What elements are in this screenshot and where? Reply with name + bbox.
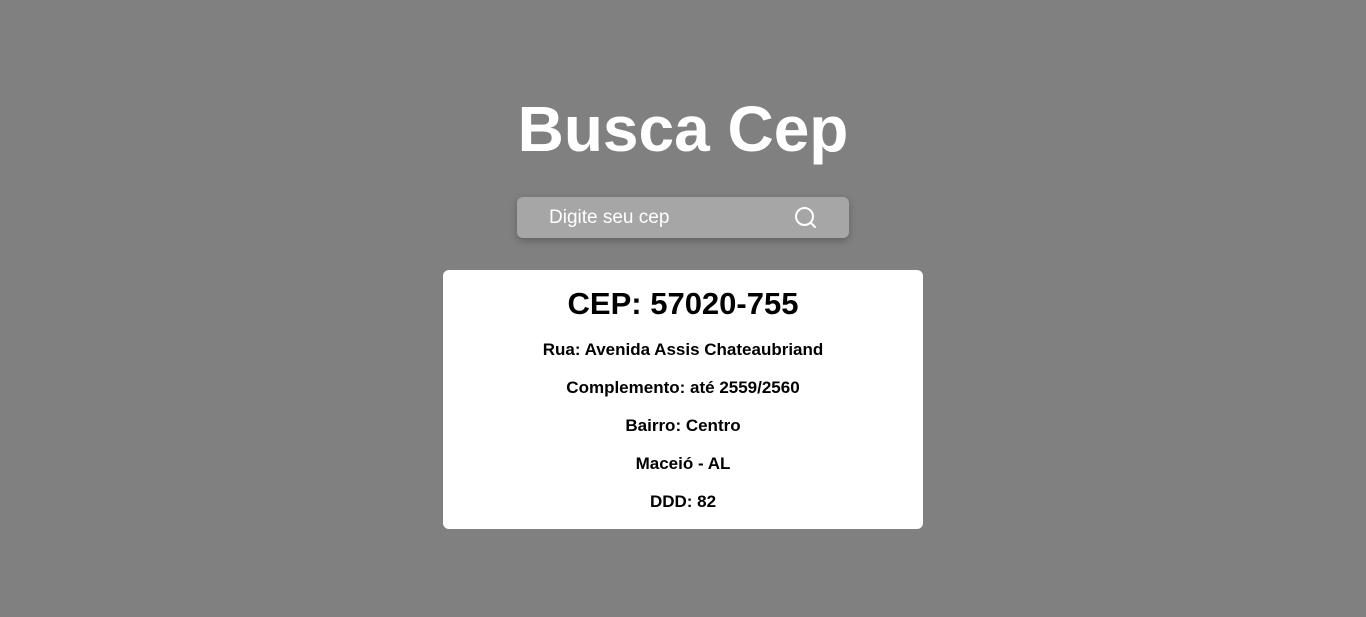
- search-icon: [795, 207, 816, 228]
- neighborhood-line: Bairro: Centro: [625, 416, 741, 435]
- city-state-line: Maceió - AL: [635, 454, 731, 473]
- address-result-card: CEP: 57020-755 Rua: Avenida Assis Chatea…: [443, 270, 923, 529]
- search-bar: [517, 197, 849, 238]
- page-title: Busca Cep: [517, 93, 849, 165]
- cep-search-input[interactable]: [549, 197, 789, 238]
- street-line: Rua: Avenida Assis Chateaubriand: [542, 340, 824, 359]
- cep-heading: CEP: 57020-755: [567, 286, 799, 321]
- complement-line: Complemento: até 2559/2560: [566, 378, 800, 397]
- search-button[interactable]: [791, 203, 821, 233]
- ddd-line: DDD: 82: [649, 492, 717, 511]
